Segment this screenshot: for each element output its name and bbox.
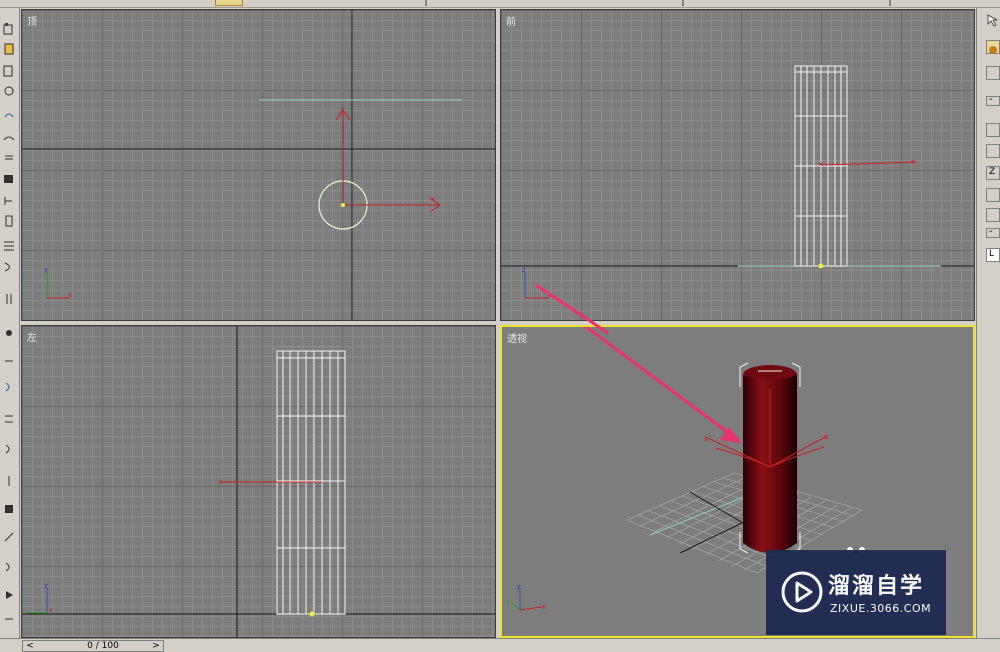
panel-button[interactable]	[986, 123, 1000, 137]
left-toolbar	[0, 8, 20, 638]
tool-icon[interactable]	[2, 614, 16, 628]
pivot-point	[309, 611, 315, 617]
annotation-arrow-tail	[535, 283, 609, 335]
tool-icon[interactable]	[2, 172, 16, 186]
top-view-canvas: y x x y	[22, 10, 495, 320]
rotate-icon[interactable]	[2, 64, 16, 78]
viewport-left[interactable]: 左 x z x	[21, 325, 496, 638]
gizmo-x-label: x	[704, 434, 709, 443]
panel-field[interactable]: L	[986, 248, 1000, 262]
time-slider[interactable]: < 0 / 100 >	[22, 640, 164, 652]
gizmo-x-label: x	[218, 478, 222, 486]
rollout-minus: -	[989, 226, 993, 237]
scale-icon[interactable]	[2, 84, 16, 98]
tool-icon[interactable]	[2, 238, 16, 252]
corner-axis-x	[519, 606, 543, 611]
watermark-badge: 溜溜自学 ZIXUE.3066.COM	[766, 550, 946, 635]
move-icon[interactable]	[2, 42, 16, 56]
tool-icon[interactable]	[2, 194, 16, 208]
top-toolbar-strip	[0, 0, 1000, 8]
active-tab-marker[interactable]	[215, 0, 243, 6]
corner-axis-y	[511, 602, 521, 611]
time-slider-prev[interactable]: <	[23, 641, 37, 651]
cursor-icon[interactable]	[986, 12, 1000, 27]
tool-icon[interactable]	[2, 354, 16, 368]
corner-axis-x-label: x	[68, 291, 72, 299]
corner-axis-x-label: x	[49, 606, 53, 614]
tool-icon[interactable]	[2, 380, 16, 394]
panel-button[interactable]	[986, 208, 1000, 222]
tool-icon[interactable]	[2, 130, 16, 144]
corner-axis-z-label: z	[517, 583, 521, 591]
left-view-canvas: x z x	[22, 326, 495, 637]
gizmo-y-label: x	[824, 432, 829, 441]
panel-button[interactable]	[986, 144, 1000, 158]
panel-tab-button[interactable]	[986, 66, 1000, 80]
toolbar-separator	[682, 0, 684, 6]
gizmo-pivot-label: x	[819, 160, 823, 168]
tool-icon[interactable]	[2, 260, 16, 274]
bottom-bar: < 0 / 100 >	[0, 638, 1000, 652]
gizmo-x-label: x	[911, 158, 915, 166]
rollout-toggle[interactable]: -	[986, 94, 1000, 106]
corner-axis-y-label: y	[44, 266, 48, 274]
corner-axis-z-label: z	[522, 266, 526, 274]
viewport-top[interactable]: 顶 y x x y	[21, 9, 496, 321]
pivot-point	[341, 203, 345, 207]
tool-icon[interactable]	[2, 502, 16, 516]
panel-letter-z: Z	[989, 167, 996, 177]
annotation-arrow-shaft	[583, 327, 735, 439]
gizmo-y-label: y	[340, 105, 344, 113]
time-slider-frame: 0 / 100	[87, 641, 119, 651]
pivot-point	[818, 263, 824, 269]
toolbar-separator	[425, 0, 427, 6]
link-icon[interactable]	[2, 108, 16, 122]
tool-icon[interactable]	[2, 474, 16, 488]
corner-axis-z-label: z	[44, 582, 48, 590]
tool-icon[interactable]	[2, 326, 16, 340]
select-icon[interactable]	[2, 22, 16, 36]
watermark-play-logo-icon	[781, 571, 823, 613]
panel-button[interactable]	[986, 188, 1000, 202]
sphere-icon[interactable]	[986, 40, 1000, 54]
toolbar-separator	[889, 0, 891, 6]
rollout-toggle[interactable]: -	[986, 226, 1000, 238]
corner-axis-y-label: y	[506, 598, 510, 606]
tool-icon[interactable]	[2, 412, 16, 426]
tool-icon[interactable]	[2, 150, 16, 164]
tool-icon[interactable]	[2, 214, 16, 228]
watermark-title: 溜溜自学	[828, 574, 925, 599]
tool-icon[interactable]	[2, 292, 16, 306]
tool-icon[interactable]	[2, 442, 16, 456]
corner-axis-x-label: x	[542, 603, 546, 611]
rollout-minus: -	[989, 94, 993, 105]
panel-button[interactable]: Z	[986, 166, 1000, 180]
gizmo-x-label: x	[431, 195, 435, 203]
watermark-url: ZIXUE.3066.COM	[830, 602, 932, 615]
time-slider-next[interactable]: >	[149, 641, 163, 651]
panel-letter-l: L	[989, 249, 995, 259]
tool-icon[interactable]	[2, 530, 16, 544]
play-icon[interactable]	[2, 588, 16, 602]
tool-icon[interactable]	[2, 560, 16, 574]
command-panel-strip: - Z - L	[976, 8, 1000, 638]
